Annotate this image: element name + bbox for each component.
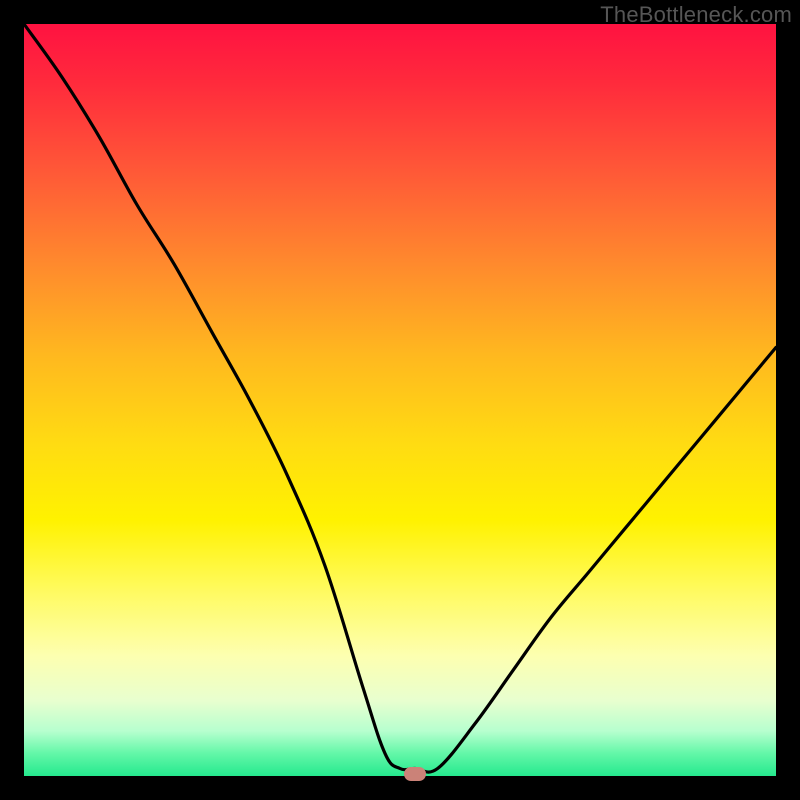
chart-frame: TheBottleneck.com [0,0,800,800]
attribution-text: TheBottleneck.com [600,2,792,28]
optimal-point-marker [404,767,426,781]
bottleneck-curve [24,24,776,776]
plot-area [24,24,776,776]
